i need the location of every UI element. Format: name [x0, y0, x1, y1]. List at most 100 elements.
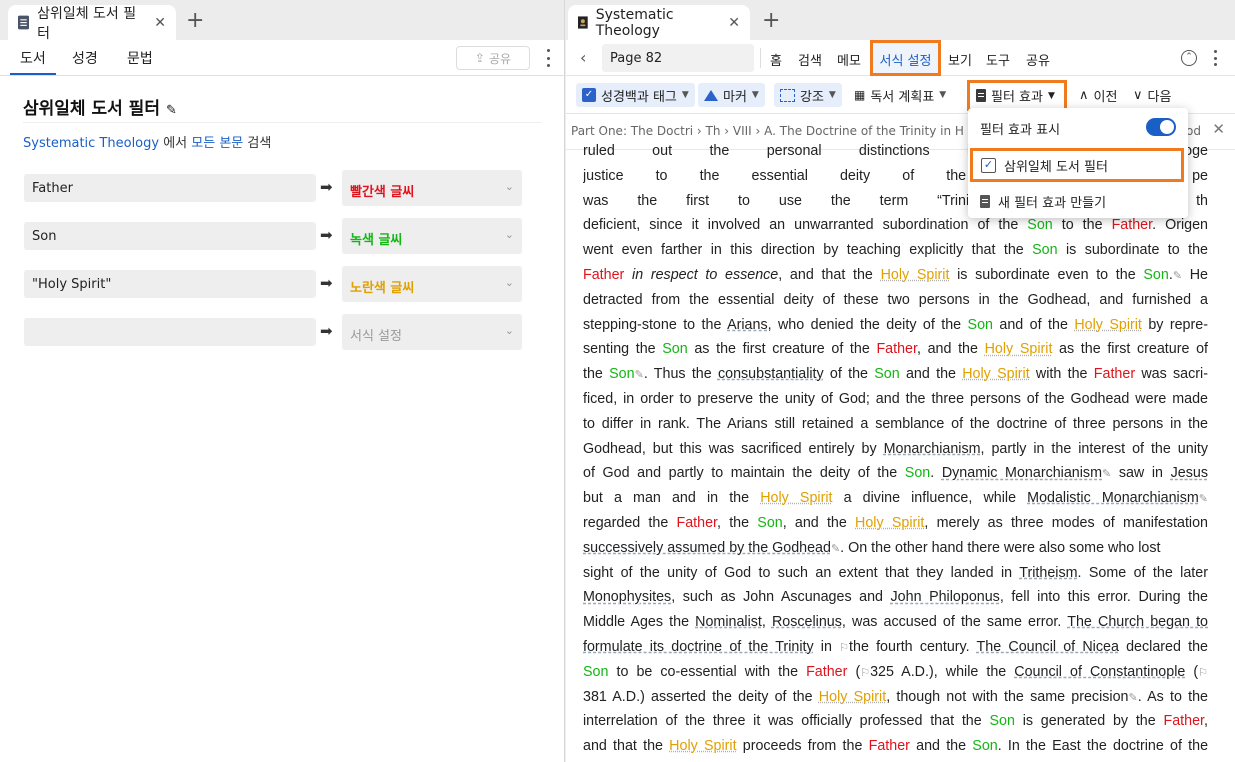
divider	[23, 122, 541, 123]
filter-rule-row: Son ➡ 녹색 글씨 ⌄	[24, 218, 522, 254]
book-window-tab[interactable]: Systematic Theology ✕	[568, 5, 750, 40]
share-button[interactable]: ⇪ 공유	[456, 46, 530, 70]
more-options-icon[interactable]	[546, 49, 550, 67]
chevron-down-icon: ▼	[751, 90, 759, 100]
reading-plan-button[interactable]: ▦ 독서 계획표 ▼	[848, 83, 952, 107]
filter-style-value: 빨간색 글씨	[350, 185, 415, 200]
arrow-right-icon: ➡	[320, 226, 333, 244]
menu-tools[interactable]: 도구	[986, 50, 1010, 69]
chevron-down-icon: ⌄	[504, 228, 514, 241]
reading-plan-label: 독서 계획표	[870, 89, 935, 105]
close-icon[interactable]: ✕	[154, 15, 166, 31]
filter-effects-dropdown: 필터 효과 표시 ✓ 삼위일체 도서 필터 새 필터 효과 만들기	[968, 108, 1188, 218]
filter-rule-row: Father ➡ 빨간색 글씨 ⌄	[24, 170, 522, 206]
scope-suffix: 검색	[243, 136, 272, 151]
back-arrow-icon[interactable]: ‹	[580, 48, 586, 67]
previous-button[interactable]: ∧ 이전	[1073, 83, 1123, 107]
close-icon[interactable]: ✕	[1212, 120, 1225, 138]
menu-notes[interactable]: 메모	[837, 50, 861, 69]
collapse-up-icon[interactable]: ⌃	[1181, 50, 1197, 66]
chevron-down-icon: ▼	[1047, 90, 1055, 101]
tab-grammar[interactable]: 문법	[127, 48, 153, 68]
filter-heading-text: 삼위일체 도서 필터	[23, 99, 160, 119]
filter-style-select[interactable]: 서식 설정 ⌄	[342, 314, 522, 350]
show-filter-effects-toggle[interactable]	[1146, 118, 1176, 136]
filter-term-input[interactable]: Son	[24, 222, 316, 250]
pencil-icon[interactable]: ✎	[166, 103, 177, 118]
book-link[interactable]: Systematic Theology	[23, 136, 159, 151]
menu-home[interactable]: 홈	[770, 50, 782, 69]
book-body-text: ruled out the personal distinctions in t…	[583, 143, 1208, 755]
right-tabstrip: Systematic Theology ✕ +	[566, 0, 1235, 40]
previous-label: 이전	[1093, 89, 1118, 105]
marker-label: 마커	[723, 89, 747, 105]
filter-rule-row: ➡ 서식 설정 ⌄	[24, 314, 522, 350]
filter-term-input[interactable]: "Holy Spirit"	[24, 270, 316, 298]
filter-option-label: 삼위일체 도서 필터	[1004, 159, 1108, 175]
encyclopedia-tag-label: 성경백과 태그	[601, 89, 677, 105]
marker-icon	[704, 89, 718, 101]
encyclopedia-tag-button[interactable]: ✓ 성경백과 태그 ▼	[576, 83, 695, 107]
divider	[760, 48, 761, 68]
filter-style-value: 서식 설정	[350, 329, 402, 344]
filter-style-select[interactable]: 노란색 글씨 ⌄	[342, 266, 522, 302]
filter-style-select[interactable]: 빨간색 글씨 ⌄	[342, 170, 522, 206]
new-filter-label: 새 필터 효과 만들기	[998, 196, 1107, 211]
tab-books[interactable]: 도서	[10, 48, 56, 75]
left-tabstrip: 삼위일체 도서 필터 ✕ +	[0, 0, 564, 42]
calendar-icon: ▦	[854, 88, 866, 102]
arrow-right-icon: ➡	[320, 178, 333, 196]
document-icon	[980, 195, 990, 208]
next-button[interactable]: ∨ 다음	[1127, 83, 1177, 107]
page-field[interactable]: Page 82	[602, 44, 754, 72]
checkmark-icon: ✓	[981, 157, 996, 173]
menu-share[interactable]: 공유	[1026, 50, 1050, 69]
filter-rule-row: "Holy Spirit" ➡ 노란색 글씨 ⌄	[24, 266, 522, 302]
arrow-right-icon: ➡	[320, 322, 333, 340]
filter-style-value: 녹색 글씨	[350, 233, 403, 248]
filter-effects-button[interactable]: 필터 효과 ▼	[967, 80, 1067, 111]
filter-option-selected[interactable]: ✓ 삼위일체 도서 필터	[970, 148, 1184, 182]
share-label: 공유	[488, 51, 512, 66]
show-filter-effects-label: 필터 효과 표시	[980, 123, 1061, 138]
highlight-icon	[780, 88, 795, 102]
new-filter-effect-item[interactable]: 새 필터 효과 만들기	[980, 192, 1106, 211]
filter-term-input[interactable]: Father	[24, 174, 316, 202]
chevron-down-icon: ▼	[939, 90, 947, 100]
filter-style-select[interactable]: 녹색 글씨 ⌄	[342, 218, 522, 254]
tab-bible[interactable]: 성경	[72, 48, 98, 68]
more-options-icon[interactable]	[1213, 50, 1217, 66]
filter-panel: 삼위일체 도서 필터 ✕ + 도서 성경 문법 ⇪ 공유 삼위일체 도서 필터 ✎…	[0, 0, 565, 762]
menu-view[interactable]: 보기	[948, 50, 972, 69]
highlight-button[interactable]: 강조 ▼	[774, 83, 842, 107]
new-tab-plus-icon[interactable]: +	[762, 10, 780, 32]
new-tab-plus-icon[interactable]: +	[186, 10, 204, 32]
book-menubar: ‹ Page 82 홈 검색 메모 서식 설정 보기 도구 공유 ⌃	[566, 40, 1235, 76]
filter-effects-label: 필터 효과	[991, 90, 1043, 105]
scope-text: 에서	[159, 136, 192, 151]
filter-scope: Systematic Theology 에서 모든 본문 검색	[23, 132, 271, 151]
highlight-label: 강조	[800, 89, 824, 105]
chevron-down-icon: ▼	[681, 90, 689, 100]
filter-window-tab[interactable]: 삼위일체 도서 필터 ✕	[8, 5, 176, 42]
chevron-down-icon: ⌄	[504, 276, 514, 289]
book-tab-title: Systematic Theology	[595, 6, 674, 39]
filter-term-input[interactable]	[24, 318, 316, 346]
book-cover-icon	[578, 16, 588, 29]
breadcrumb-text: Part One: The Doctri › Th › VIII › A. Th…	[571, 124, 964, 138]
document-icon	[976, 89, 986, 102]
marker-button[interactable]: 마커 ▼	[698, 83, 765, 107]
document-icon	[18, 15, 30, 30]
menu-formatting[interactable]: 서식 설정	[870, 40, 941, 76]
filter-heading: 삼위일체 도서 필터 ✎	[23, 94, 177, 119]
arrow-right-icon: ➡	[320, 274, 333, 292]
close-icon[interactable]: ✕	[728, 15, 740, 31]
chevron-down-icon: ⌄	[504, 180, 514, 193]
scope-link[interactable]: 모든 본문	[191, 136, 243, 151]
breadcrumb-tail: od	[1186, 124, 1201, 138]
upload-icon: ⇪	[474, 51, 485, 65]
filter-tabs: 도서 성경 문법 ⇪ 공유	[0, 40, 564, 76]
menu-search[interactable]: 검색	[798, 50, 822, 69]
chevron-up-icon: ∧	[1079, 87, 1089, 103]
checkbox-icon: ✓	[582, 88, 596, 102]
